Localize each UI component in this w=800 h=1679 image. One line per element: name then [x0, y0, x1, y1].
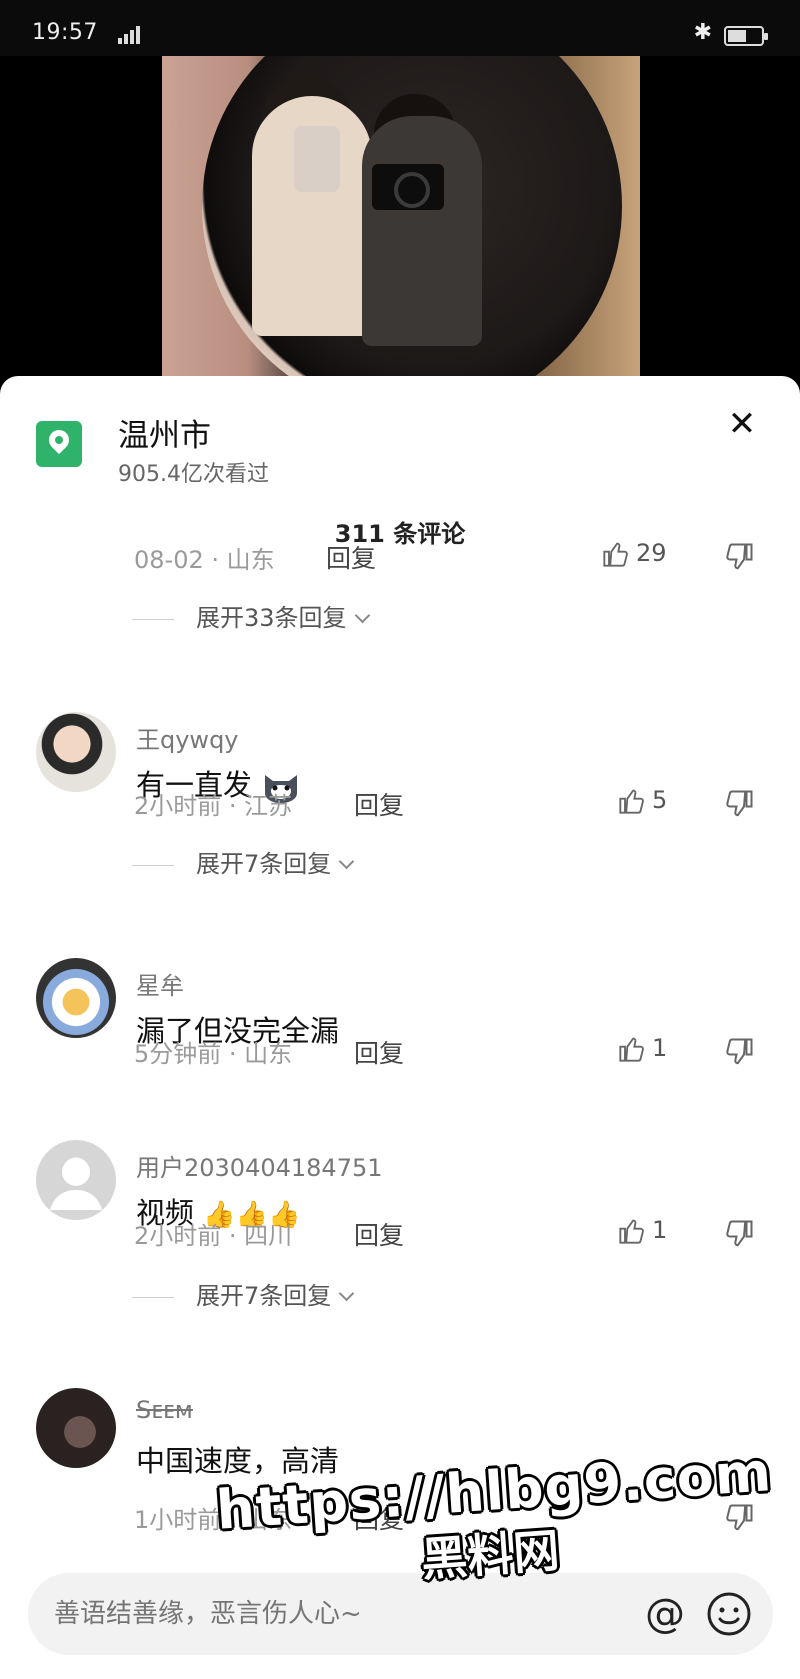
location-views: 905.4亿次看过: [118, 462, 269, 487]
thumbs-down-icon[interactable]: [724, 1219, 754, 1249]
expand-label: 展开7条回复: [196, 1282, 332, 1310]
comment-count: 311 条评论: [334, 520, 466, 548]
thumbs-up-icon: [603, 542, 628, 567]
comment-username[interactable]: Sᴇᴇᴍ: [136, 1396, 193, 1424]
status-time: 19:57: [32, 20, 98, 45]
like-button[interactable]: 5: [618, 786, 667, 815]
signal-icon: [118, 24, 144, 44]
video-frame: [162, 56, 640, 386]
avatar[interactable]: [36, 1388, 116, 1468]
thumbs-down-icon[interactable]: [724, 542, 754, 572]
expand-replies[interactable]: 展开7条回复: [132, 844, 355, 879]
reply-button[interactable]: 回复: [326, 539, 376, 575]
status-bar: 19:57 ✱: [0, 0, 800, 56]
comment-username[interactable]: 星牟: [136, 966, 184, 1001]
avatar[interactable]: [36, 712, 116, 792]
comment-input[interactable]: [54, 1591, 574, 1637]
expand-label: 展开7条回复: [196, 850, 332, 878]
default-user-icon: [50, 1158, 102, 1210]
comment-meta: 5分钟前 · 山东: [134, 1040, 293, 1068]
expand-replies[interactable]: 展开7条回复: [132, 1276, 355, 1311]
reply-button[interactable]: 回复: [354, 1034, 404, 1070]
expand-replies[interactable]: 展开33条回复: [132, 598, 370, 633]
mention-icon[interactable]: @: [640, 1589, 690, 1639]
chevron-down-icon: [339, 1285, 355, 1302]
chevron-down-icon: [339, 853, 355, 870]
avatar[interactable]: [36, 1140, 116, 1220]
emoji-face-icon[interactable]: [704, 1589, 754, 1639]
comment-meta: 08-02 · 山东: [134, 546, 275, 574]
like-count: 29: [636, 539, 667, 567]
thumbs-up-icon: [619, 1219, 644, 1244]
like-count: 1: [652, 1216, 668, 1244]
like-button[interactable]: 29: [602, 539, 667, 568]
like-count: 1: [652, 1034, 668, 1062]
comment-meta: 2小时前 · 四川: [134, 1222, 293, 1250]
video-player[interactable]: [0, 56, 800, 386]
thumbs-up-icon: [619, 1037, 644, 1062]
avatar[interactable]: [36, 958, 116, 1038]
expand-label: 展开33条回复: [196, 604, 347, 632]
bluetooth-icon: ✱: [693, 20, 712, 45]
thumbs-down-icon[interactable]: [724, 1037, 754, 1067]
like-button[interactable]: 1: [618, 1216, 667, 1245]
chevron-down-icon: [354, 607, 370, 624]
reply-button[interactable]: 回复: [354, 1216, 404, 1252]
close-icon[interactable]: ✕: [722, 404, 762, 444]
location-title[interactable]: 温州市: [118, 410, 211, 455]
location-pin-icon: [36, 421, 82, 467]
comment-meta: 2小时前 · 江苏: [134, 792, 293, 820]
comment-username[interactable]: 用户2030404184751: [136, 1148, 383, 1183]
reply-button[interactable]: 回复: [354, 786, 404, 822]
like-button[interactable]: 1: [618, 1034, 667, 1063]
thumbs-up-icon: [619, 789, 644, 814]
thumbs-down-icon[interactable]: [724, 789, 754, 819]
comment-username[interactable]: 王qywqy: [136, 720, 239, 755]
like-count: 5: [652, 786, 668, 814]
battery-icon: [724, 26, 768, 46]
